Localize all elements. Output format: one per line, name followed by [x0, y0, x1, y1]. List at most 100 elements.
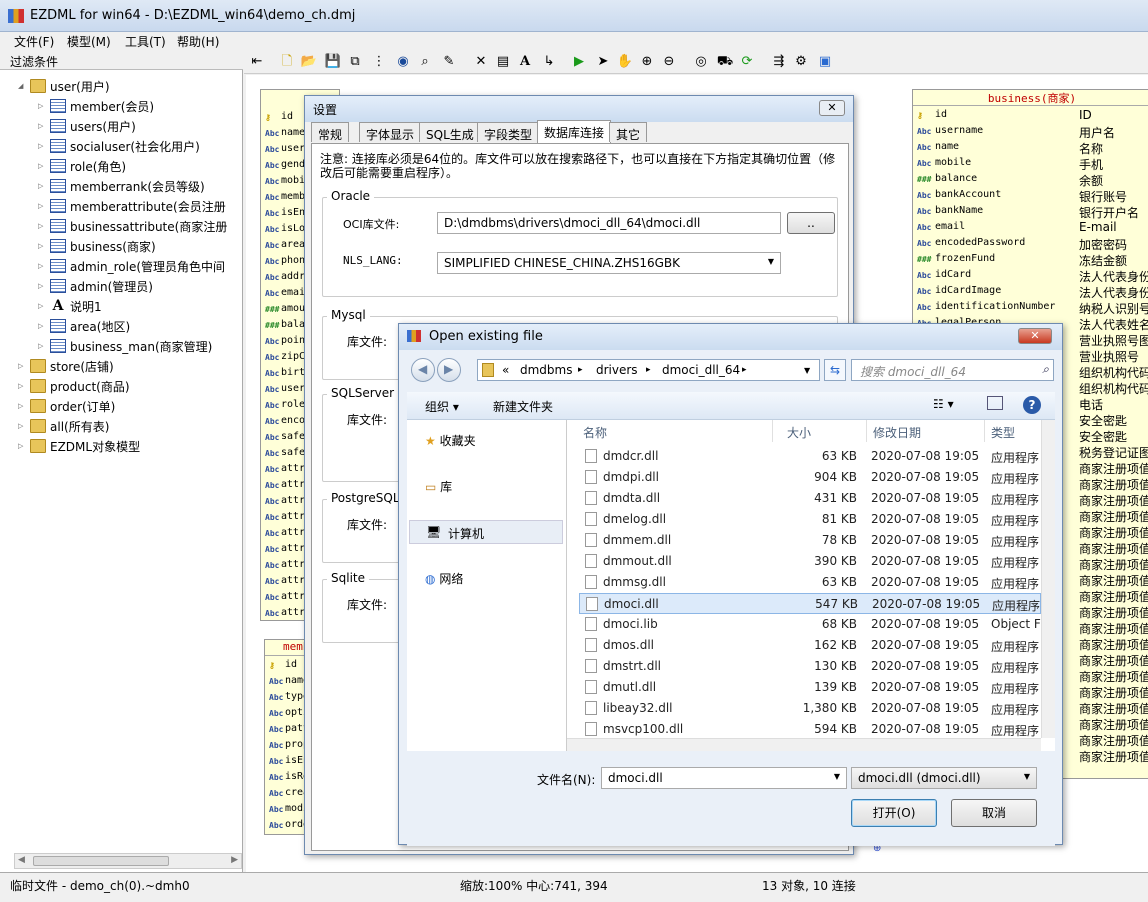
collapsed-icon[interactable]: ▷ [38, 282, 46, 290]
file-row[interactable]: dmmsg.dll 63 KB 2020-07-08 19:05 应用程序 [579, 572, 1041, 593]
tree-item[interactable]: ▷ role(角色) [38, 156, 243, 176]
collapsed-icon[interactable]: ▷ [38, 142, 46, 150]
col-size[interactable]: 大小 [787, 420, 867, 442]
menu-file[interactable]: 文件(F) [14, 33, 54, 50]
entity-field[interactable]: Abc mobile 手机 [913, 156, 1148, 172]
file-row[interactable]: dmoci.dll 547 KB 2020-07-08 19:05 应用程序 [579, 593, 1041, 614]
collapsed-icon[interactable]: ▷ [38, 262, 46, 270]
collapsed-icon[interactable]: ▷ [38, 302, 46, 310]
crumb-dmdbms[interactable]: dmdbms [520, 363, 572, 377]
tree-item[interactable]: ▷ users(用户) [38, 116, 243, 136]
tree-item[interactable]: ▷ store(店铺) [18, 356, 243, 376]
cancel-button[interactable]: 取消 [951, 799, 1037, 827]
fullscreen-icon[interactable]: ▣ [816, 53, 834, 71]
entity-field[interactable]: Abc name 名称 [913, 140, 1148, 156]
entity-field[interactable]: Abc idCardImage 法人代表身份 [913, 284, 1148, 300]
collapsed-icon[interactable]: ▷ [38, 162, 46, 170]
copy-icon[interactable]: ⧉ [346, 53, 364, 71]
new-icon[interactable]: 🗋 [278, 53, 296, 71]
menu-help[interactable]: 帮助(H) [177, 33, 219, 50]
entity-field[interactable]: Abc bankAccount 银行账号 [913, 188, 1148, 204]
col-date[interactable]: 修改日期 [873, 420, 985, 442]
collapsed-icon[interactable]: ▷ [38, 102, 46, 110]
new-folder-button[interactable]: 新建文件夹 [493, 398, 553, 415]
pencil-icon[interactable]: ✎ [440, 53, 458, 71]
crumb-dmoci[interactable]: dmoci_dll_64 [662, 363, 740, 377]
hand-icon[interactable]: ✋ [616, 53, 634, 71]
settings-tab[interactable]: 字体显示 [359, 122, 422, 142]
tree-item[interactable]: ▷ businessattribute(商家注册 [38, 216, 243, 236]
tree-item[interactable]: ▷ admin_role(管理员角色中间 [38, 256, 243, 276]
entity-field[interactable]: Abc identificationNumber 纳税人识别号 [913, 300, 1148, 316]
file-list-vscroll[interactable] [1041, 420, 1055, 738]
organize-button[interactable]: 组织 ▾ [425, 398, 459, 415]
crumb-drivers[interactable]: drivers [596, 363, 638, 377]
entity-field[interactable]: ### balance 余额 [913, 172, 1148, 188]
address-bar[interactable]: « dmdbms ▸ drivers ▸ dmoci_dll_64 ▸ ▼ [477, 359, 820, 381]
tree-item[interactable]: ▷ member(会员) [38, 96, 243, 116]
settings-tab[interactable]: 字段类型 [477, 122, 540, 142]
file-row[interactable]: dmdcr.dll 63 KB 2020-07-08 19:05 应用程序 [579, 446, 1041, 467]
refresh-icon[interactable]: ⟳ [738, 53, 756, 71]
text-icon[interactable]: A [516, 53, 534, 71]
tree-item[interactable]: ▷ order(订单) [18, 396, 243, 416]
entity-field[interactable]: Abc idCard 法人代表身份 [913, 268, 1148, 284]
export-icon[interactable]: ⇶ [770, 53, 788, 71]
open-button[interactable]: 打开(O) [851, 799, 937, 827]
entity-field[interactable]: ⚷ id ID [913, 108, 1148, 124]
tree-item[interactable]: ▷ memberattribute(会员注册 [38, 196, 243, 216]
zoom-in-icon[interactable]: ⊕ [638, 53, 656, 71]
search-input[interactable]: 搜索 dmoci_dll_64 ⌕ [851, 359, 1054, 381]
file-row[interactable]: dmstrt.dll 130 KB 2020-07-08 19:05 应用程序 [579, 656, 1041, 677]
table-icon[interactable]: ▤ [494, 53, 512, 71]
col-type[interactable]: 类型 [991, 420, 1047, 442]
file-row[interactable]: dmdpi.dll 904 KB 2020-07-08 19:05 应用程序 [579, 467, 1041, 488]
settings-close-button[interactable]: ✕ [819, 100, 845, 116]
entity-field[interactable]: Abc bankName 银行开户名 [913, 204, 1148, 220]
file-row[interactable]: dmutl.dll 139 KB 2020-07-08 19:05 应用程序 [579, 677, 1041, 698]
settings-icon[interactable]: ⚙ [792, 53, 810, 71]
collapsed-icon[interactable]: ▷ [38, 202, 46, 210]
delete-icon[interactable]: ✕ [472, 53, 490, 71]
settings-tab[interactable]: SQL生成 [419, 122, 481, 142]
toggle-panel-icon[interactable]: ⇤ [248, 53, 266, 71]
run-icon[interactable]: ▶ [570, 53, 588, 71]
expanded-icon[interactable]: ◢ [18, 82, 26, 90]
file-row[interactable]: libeay32.dll 1,380 KB 2020-07-08 19:05 应用程序 [579, 698, 1041, 719]
view-icon[interactable]: ☷ ▾ [933, 397, 954, 411]
preview-pane-icon[interactable] [987, 396, 1003, 410]
collapsed-icon[interactable]: ▷ [18, 362, 26, 370]
file-row[interactable]: dmelog.dll 81 KB 2020-07-08 19:05 应用程序 [579, 509, 1041, 530]
tree-item[interactable]: ▷ memberrank(会员等级) [38, 176, 243, 196]
collapsed-icon[interactable]: ▷ [38, 242, 46, 250]
filename-input[interactable]: dmoci.dll ▼ [601, 767, 847, 789]
back-button[interactable]: ◀ [411, 358, 435, 382]
nav-libraries[interactable]: ▭ 库 [425, 478, 452, 495]
collapsed-icon[interactable]: ▷ [38, 342, 46, 350]
file-row[interactable]: dmmout.dll 390 KB 2020-07-08 19:05 应用程序 [579, 551, 1041, 572]
entity-field[interactable]: Abc username 用户名 [913, 124, 1148, 140]
car-icon[interactable]: ⛟ [716, 53, 734, 71]
file-row[interactable]: dmoci.lib 68 KB 2020-07-08 19:05 Object F [579, 614, 1041, 635]
tree-item[interactable]: ▷ business(商家) [38, 236, 243, 256]
tree-item[interactable]: ▷ all(所有表) [18, 416, 243, 436]
file-type-select[interactable]: dmoci.dll (dmoci.dll) ▼ [851, 767, 1037, 789]
settings-tab[interactable]: 数据库连接 [537, 120, 612, 144]
nav-computer[interactable]: 🖥 计算机 [409, 520, 563, 544]
col-name[interactable]: 名称 [583, 420, 773, 442]
collapsed-icon[interactable]: ▷ [18, 422, 26, 430]
pointer-icon[interactable]: ➤ [594, 53, 612, 71]
oci-lib-input[interactable]: D:\dmdbms\drivers\dmoci_dll_64\dmoci.dll [437, 212, 781, 234]
file-row[interactable]: dmos.dll 162 KB 2020-07-08 19:05 应用程序 [579, 635, 1041, 656]
collapsed-icon[interactable]: ▷ [38, 182, 46, 190]
collapsed-icon[interactable]: ▷ [38, 222, 46, 230]
file-row[interactable]: msvcp100.dll 594 KB 2020-07-08 19:05 应用程序 [579, 719, 1041, 740]
file-row[interactable]: dmdta.dll 431 KB 2020-07-08 19:05 应用程序 [579, 488, 1041, 509]
nav-network[interactable]: ◍ 网络 [425, 570, 463, 587]
tree-item[interactable]: ▷ business_man(商家管理) [38, 336, 243, 356]
open-icon[interactable]: 📂 [300, 53, 318, 71]
menu-tools[interactable]: 工具(T) [125, 33, 166, 50]
tree-item[interactable]: ▷ socialuser(社会化用户) [38, 136, 243, 156]
collapsed-icon[interactable]: ▷ [38, 122, 46, 130]
tree-item[interactable]: ◢ user(用户) [18, 76, 243, 96]
